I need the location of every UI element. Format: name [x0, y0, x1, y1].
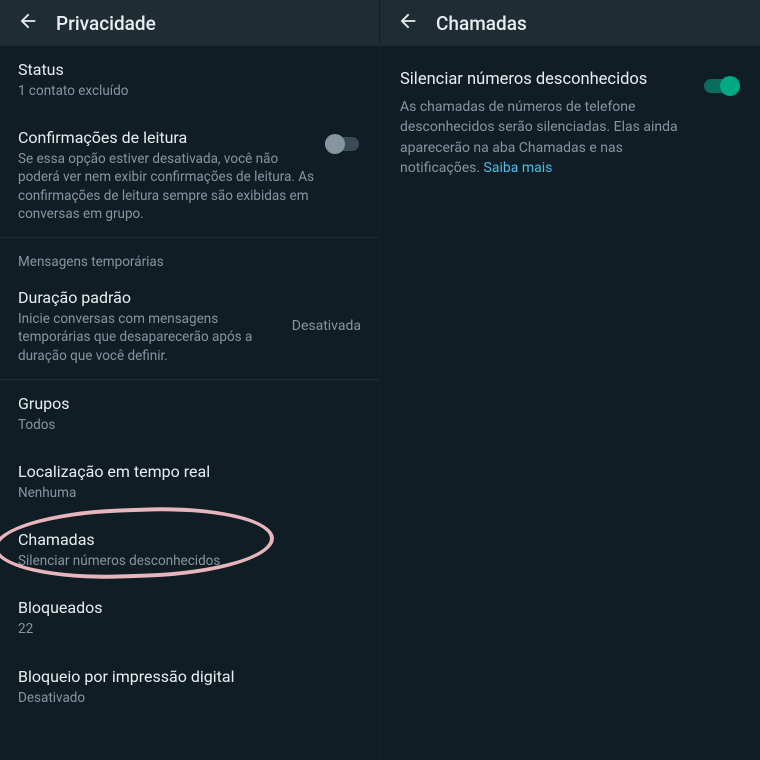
row-title: Localização em tempo real — [18, 462, 361, 481]
section-disappearing: Mensagens temporárias — [0, 238, 379, 274]
row-sub: 1 contato excluído — [18, 82, 361, 100]
appbar-title: Chamadas — [436, 12, 527, 35]
privacy-screen: Privacidade Status 1 contato excluído Co… — [0, 0, 380, 760]
row-sub: Inicie conversas com mensagens temporári… — [18, 310, 282, 365]
row-silence-unknown[interactable]: Silenciar números desconhecidos As chama… — [400, 70, 740, 178]
back-button[interactable] — [388, 3, 428, 43]
appbar-privacy: Privacidade — [0, 0, 379, 46]
appbar-title: Privacidade — [56, 12, 156, 35]
row-sub: Nenhuma — [18, 484, 361, 502]
toggle-silence-unknown[interactable] — [704, 76, 740, 96]
row-read-receipts[interactable]: Confirmações de leitura Se essa opção es… — [0, 114, 379, 237]
appbar-calls: Chamadas — [380, 0, 760, 46]
learn-more-link[interactable]: Saiba mais — [484, 160, 553, 176]
row-title: Bloqueados — [18, 598, 361, 617]
row-title: Duração padrão — [18, 288, 282, 307]
calls-screen: Chamadas Silenciar números desconhecidos… — [380, 0, 760, 760]
row-live-location[interactable]: Localização em tempo real Nenhuma — [0, 448, 379, 516]
row-sub: Se essa opção estiver desativada, você n… — [18, 150, 315, 223]
row-sub: Silenciar números desconhecidos — [18, 552, 361, 570]
row-status[interactable]: Status 1 contato excluído — [0, 46, 379, 114]
row-sub: Desativado — [18, 689, 361, 707]
row-blocked[interactable]: Bloqueados 22 — [0, 584, 379, 652]
row-sub: Todos — [18, 416, 361, 434]
row-sub: 22 — [18, 620, 361, 638]
arrow-left-icon — [397, 10, 419, 36]
row-title: Grupos — [18, 394, 361, 413]
row-title: Confirmações de leitura — [18, 128, 315, 147]
row-desc: As chamadas de números de telefone desco… — [400, 97, 692, 178]
row-calls[interactable]: Chamadas Silenciar números desconhecidos — [0, 516, 379, 584]
row-default-duration[interactable]: Duração padrão Inicie conversas com mens… — [0, 274, 379, 379]
value-right: Desativada — [292, 318, 361, 334]
row-title: Bloqueio por impressão digital — [18, 667, 361, 686]
toggle-read-receipts[interactable] — [325, 134, 361, 154]
arrow-left-icon — [17, 10, 39, 36]
row-fingerprint[interactable]: Bloqueio por impressão digital Desativad… — [0, 653, 379, 721]
row-title: Status — [18, 60, 361, 79]
row-groups[interactable]: Grupos Todos — [0, 380, 379, 448]
back-button[interactable] — [8, 3, 48, 43]
row-title: Silenciar números desconhecidos — [400, 70, 692, 89]
row-title: Chamadas — [18, 530, 361, 549]
